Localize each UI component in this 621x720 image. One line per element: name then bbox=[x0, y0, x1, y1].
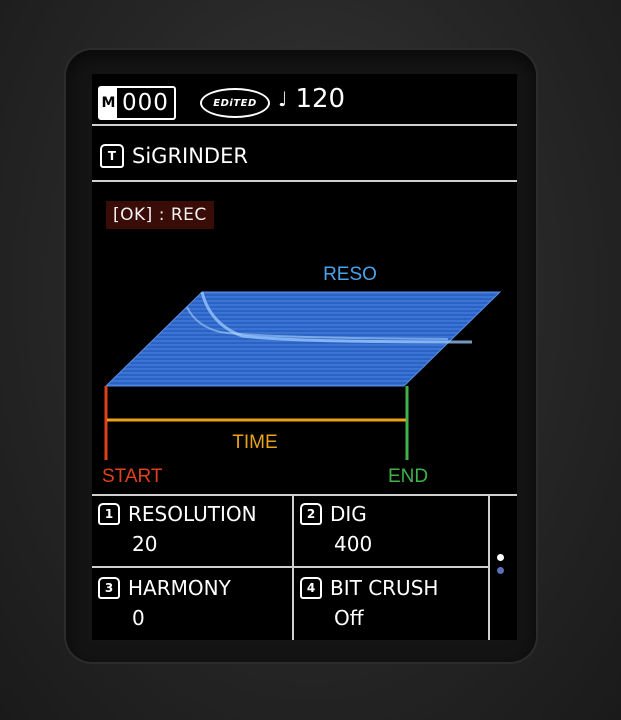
knob-1-icon: 1 bbox=[98, 503, 120, 525]
effect-name: SiGRINDER bbox=[132, 144, 248, 168]
page-indicator-inactive bbox=[497, 567, 504, 574]
divider bbox=[488, 494, 490, 640]
param-harmony[interactable]: 3 HARMONY 0 bbox=[92, 568, 292, 640]
tempo-value: 120 bbox=[295, 84, 346, 114]
divider bbox=[92, 124, 517, 126]
edited-badge: EDiTED bbox=[200, 88, 270, 118]
patch-number: 000 bbox=[122, 90, 169, 116]
param-label: HARMONY bbox=[128, 576, 231, 600]
reso-label: RESO bbox=[323, 264, 377, 285]
record-hint: [OK] : REC bbox=[106, 201, 214, 229]
pedal-type-icon: T bbox=[100, 144, 124, 168]
param-value: 0 bbox=[132, 606, 145, 630]
param-bit-crush[interactable]: 4 BIT CRUSH Off bbox=[294, 568, 488, 640]
knob-2-icon: 2 bbox=[300, 503, 322, 525]
param-label: DIG bbox=[330, 502, 367, 526]
page-indicator-active bbox=[497, 554, 504, 561]
display-screen: M 000 EDiTED ♩ 120 T SiGRINDER [OK] : RE… bbox=[92, 74, 517, 640]
param-value: 400 bbox=[334, 532, 373, 556]
effect-graph: RESO TIME START END bbox=[102, 264, 502, 487]
time-label: TIME bbox=[232, 432, 277, 453]
start-label: START bbox=[102, 466, 163, 487]
param-value: 20 bbox=[132, 532, 158, 556]
parameter-grid: 1 RESOLUTION 20 2 DIG 400 3 HARMONY 0 4 … bbox=[92, 494, 517, 640]
end-label: END bbox=[388, 466, 428, 487]
param-resolution[interactable]: 1 RESOLUTION 20 bbox=[92, 494, 292, 566]
knob-4-icon: 4 bbox=[300, 577, 322, 599]
tempo-display[interactable]: ♩ 120 bbox=[278, 84, 345, 114]
param-label: BIT CRUSH bbox=[330, 576, 439, 600]
param-label: RESOLUTION bbox=[128, 502, 257, 526]
memory-mode-indicator: M bbox=[100, 88, 117, 118]
quarter-note-icon: ♩ bbox=[278, 87, 288, 111]
patch-number-box[interactable]: M 000 bbox=[98, 86, 176, 120]
status-bar: M 000 EDiTED ♩ 120 bbox=[92, 74, 517, 124]
param-value: Off bbox=[334, 606, 364, 630]
divider bbox=[92, 180, 517, 182]
knob-3-icon: 3 bbox=[98, 577, 120, 599]
param-dig[interactable]: 2 DIG 400 bbox=[294, 494, 488, 566]
